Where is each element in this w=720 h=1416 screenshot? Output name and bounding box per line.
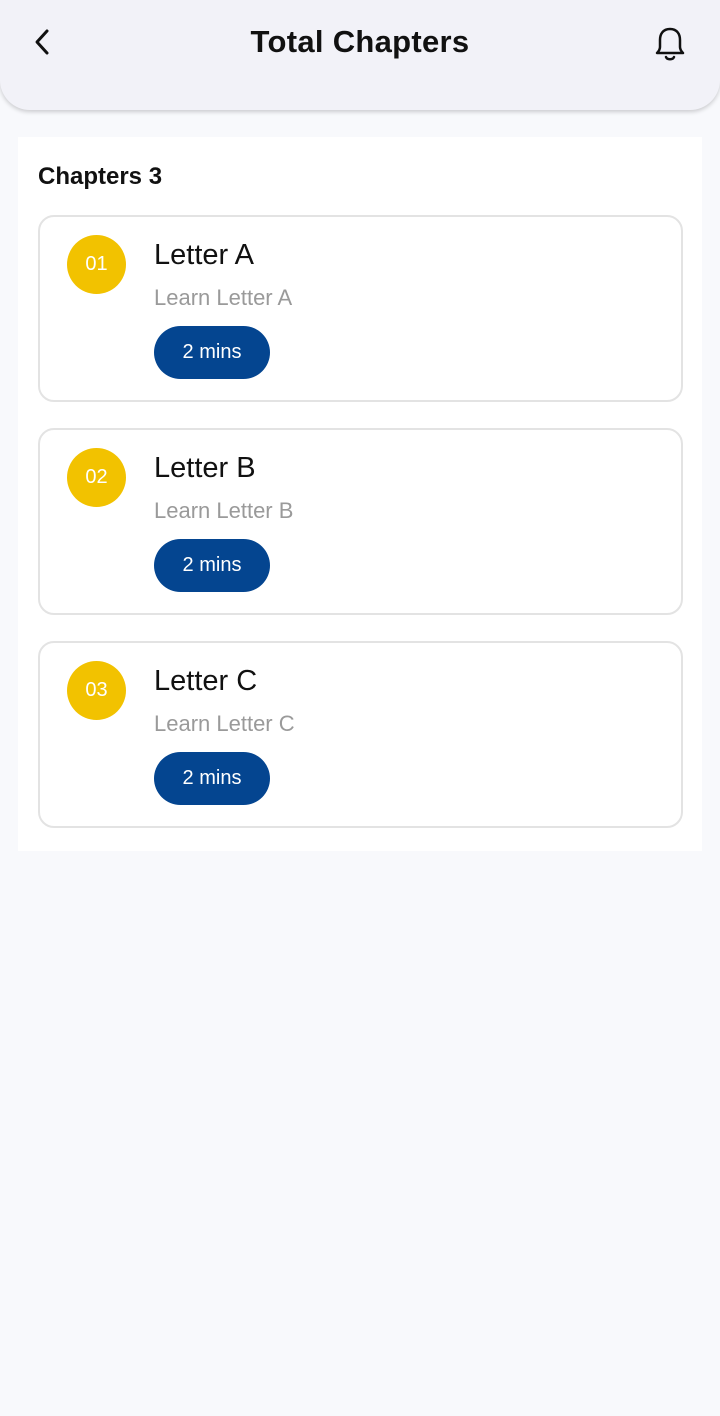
chapter-duration-pill: 2 mins <box>154 752 270 805</box>
chapter-card[interactable]: 02 Letter B Learn Letter B 2 mins <box>38 428 683 615</box>
chapter-title: Letter B <box>154 452 256 484</box>
chapter-title: Letter A <box>154 239 254 271</box>
chapter-number-badge: 01 <box>67 235 126 294</box>
chapter-duration-pill: 2 mins <box>154 539 270 592</box>
chapter-duration-pill: 2 mins <box>154 326 270 379</box>
chapter-number-badge: 02 <box>67 448 126 507</box>
chapter-card[interactable]: 03 Letter C Learn Letter C 2 mins <box>38 641 683 828</box>
chapters-panel: Chapters 3 01 Letter A Learn Letter A 2 … <box>18 137 702 851</box>
chapter-number-badge: 03 <box>67 661 126 720</box>
chapter-subtitle: Learn Letter C <box>154 711 295 736</box>
chapter-subtitle: Learn Letter A <box>154 285 293 310</box>
chapter-title: Letter C <box>154 665 258 697</box>
page-title: Total Chapters <box>250 24 470 59</box>
chapter-subtitle: Learn Letter B <box>154 498 294 523</box>
chapter-card[interactable]: 01 Letter A Learn Letter A 2 mins <box>38 215 683 402</box>
chapters-count-heading: Chapters 3 <box>38 163 163 190</box>
bell-icon <box>655 27 685 61</box>
app-header: Total Chapters <box>0 0 720 110</box>
notifications-button[interactable] <box>648 22 692 66</box>
